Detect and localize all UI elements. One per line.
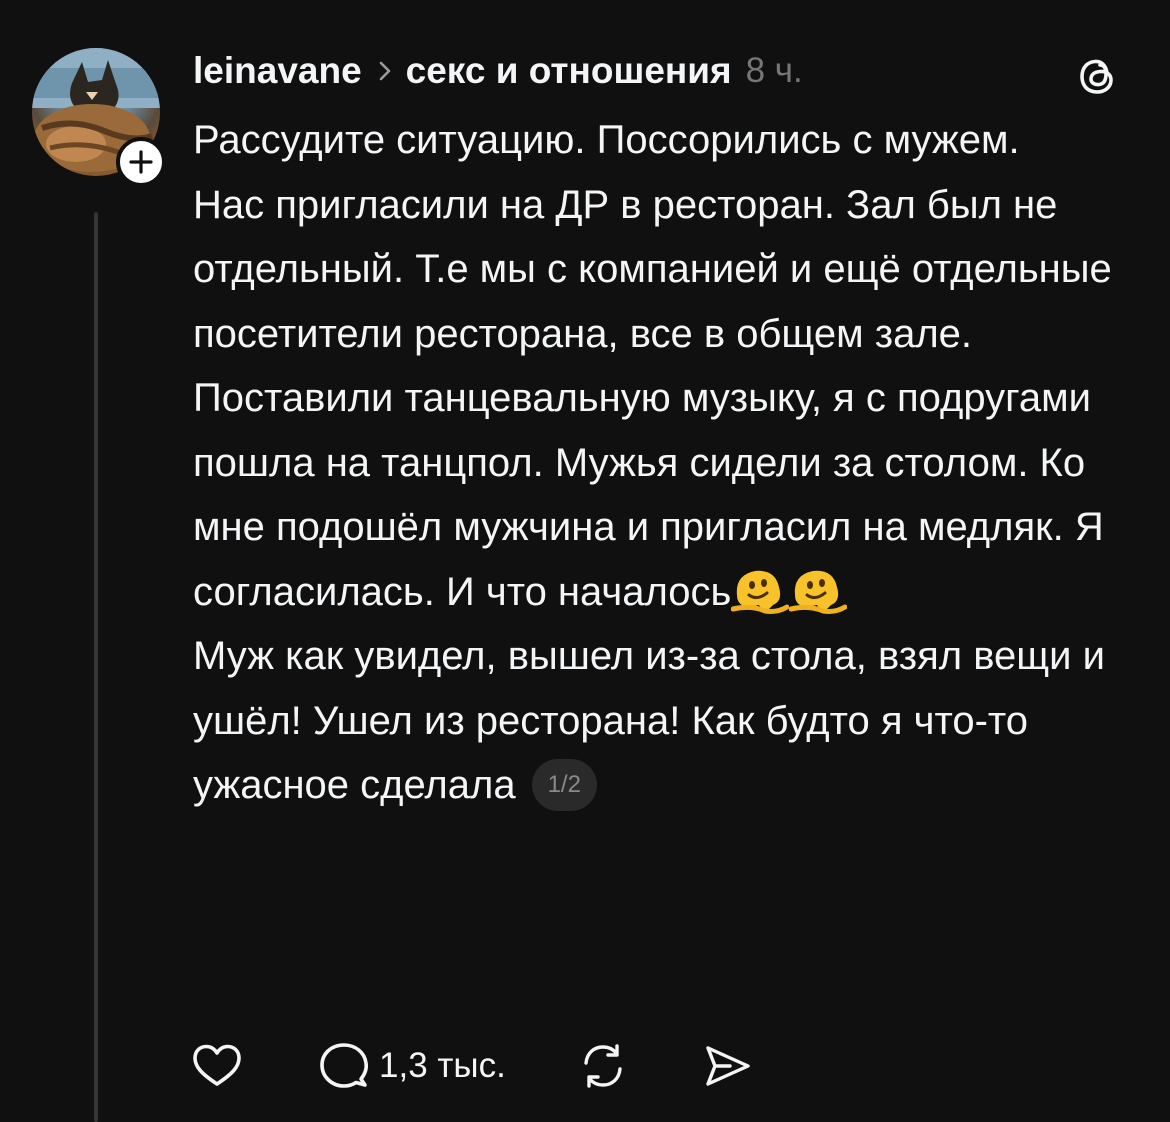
- thread-connector-line: [94, 212, 98, 1122]
- post-header: leinavane секс и отношения 8 ч.: [193, 46, 803, 96]
- threads-logo-icon[interactable]: [1074, 52, 1122, 100]
- repost-button[interactable]: [576, 1039, 630, 1093]
- page-indicator-badge: 1/2: [531, 759, 597, 811]
- author-username[interactable]: leinavane: [193, 50, 362, 92]
- post-paragraph: Поставили танцевальную музыку, я с подру…: [193, 366, 1143, 624]
- post-actions: 1,3 тыс.: [190, 1036, 754, 1096]
- post-paragraph-text: Поставили танцевальную музыку, я с подру…: [193, 376, 1104, 614]
- community-link[interactable]: секс и отношения: [406, 50, 732, 92]
- plus-icon: [129, 150, 153, 174]
- post-timestamp: 8 ч.: [745, 51, 803, 90]
- post-paragraph-text: Муж как увидел, вышел из-за стола, взял …: [193, 634, 1105, 807]
- post-body: Рассудите ситуацию. Поссорились с мужем.…: [193, 108, 1143, 818]
- melting-face-emoji-icon: [731, 570, 790, 614]
- post-paragraph: Рассудите ситуацию. Поссорились с мужем.: [193, 118, 1020, 162]
- repost-icon: [584, 1044, 622, 1088]
- post-paragraph: Нас пригласили на ДР в ресторан. Зал был…: [193, 182, 1112, 356]
- chevron-right-icon: [378, 59, 392, 83]
- reply-count: 1,3 тыс.: [379, 1046, 506, 1085]
- heart-icon: [193, 1044, 241, 1086]
- thread-post: leinavane секс и отношения 8 ч. Рассудит…: [0, 0, 1170, 1122]
- share-button[interactable]: [700, 1039, 754, 1093]
- comment-bubble-icon: [320, 1043, 369, 1088]
- like-button[interactable]: [190, 1039, 244, 1093]
- follow-button[interactable]: [116, 137, 166, 187]
- send-icon: [706, 1046, 750, 1086]
- reply-button[interactable]: 1,3 тыс.: [317, 1039, 506, 1093]
- post-paragraph: Муж как увидел, вышел из-за стола, взял …: [193, 624, 1143, 818]
- melting-face-emoji-icon: [789, 570, 848, 614]
